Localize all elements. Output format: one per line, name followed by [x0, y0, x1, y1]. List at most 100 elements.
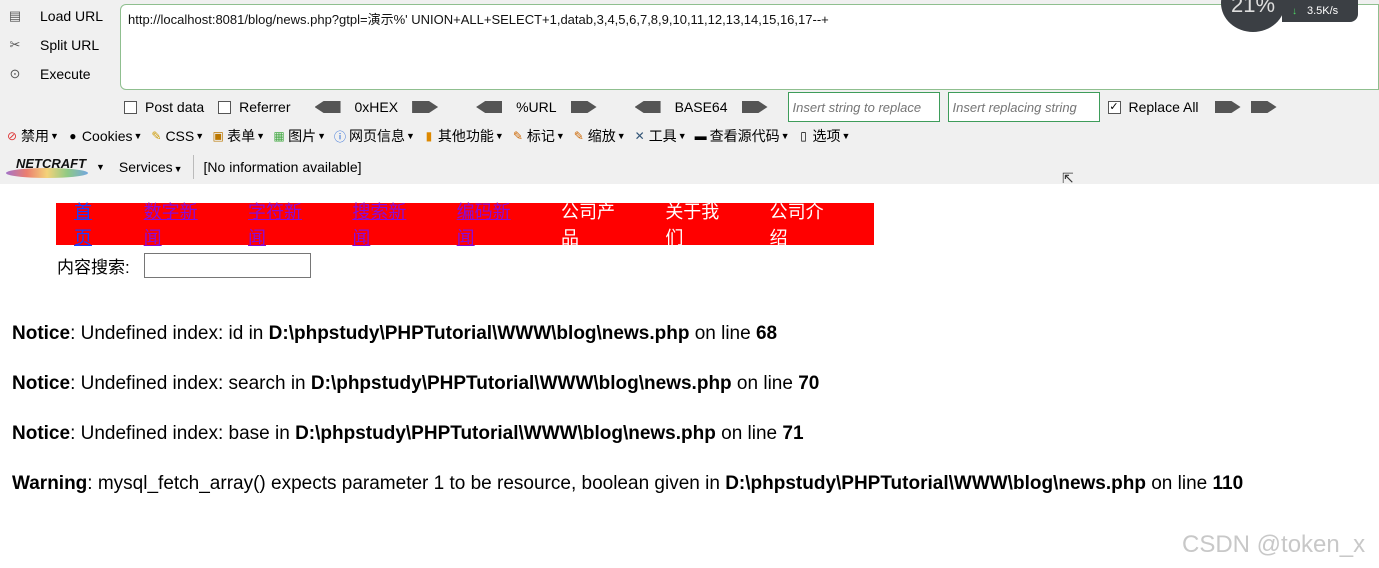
post-data-box — [124, 100, 137, 114]
menu-misc-label: 其他功能 — [437, 128, 494, 144]
mouse-cursor-icon: ⇱ — [1062, 170, 1074, 186]
content-search-input[interactable] — [143, 253, 311, 278]
hex-decode-arrow-icon[interactable] — [314, 101, 341, 113]
split-url-label: Split URL — [40, 37, 100, 53]
chevron-down-icon: ▼ — [50, 131, 59, 141]
notice-kind: Notice — [12, 373, 71, 394]
hackbar-options-row: Post data Referrer 0xHEX %URL BASE64 ✓ R… — [124, 92, 1287, 122]
menu-images[interactable]: ▦ 图片 ▼ — [271, 126, 326, 146]
nav-link-home[interactable]: 首页 — [74, 198, 109, 250]
split-url-icon: ✂ — [9, 37, 21, 52]
memory-percent-label: 21% — [1230, 0, 1276, 17]
menu-tools[interactable]: ✕ 工具 ▼ — [632, 126, 687, 146]
split-url-button[interactable]: ✂ Split URL — [6, 34, 100, 56]
nav-link-string-news[interactable]: 字符新闻 — [248, 198, 317, 250]
options-icon: ▯ — [800, 129, 807, 143]
menu-page-info-label: 网页信息 — [349, 128, 405, 144]
netcraft-services-menu[interactable]: Services▼ — [119, 159, 183, 175]
menu-tools-label: 工具 — [648, 128, 677, 144]
download-arrow-icon: ↓ — [1292, 5, 1297, 17]
menu-page-info[interactable]: ⓘ 网页信息 ▼ — [332, 126, 415, 146]
chevron-down-icon: ▼ — [841, 131, 851, 141]
images-icon: ▦ — [273, 129, 285, 143]
netcraft-logo[interactable]: NETCRAFT — [6, 156, 88, 178]
load-url-button[interactable]: ▤ Load URL — [6, 5, 103, 27]
notice-text: : Undefined index: base in — [70, 423, 296, 444]
url-input[interactable]: http://localhost:8081/blog/news.php?gtpl… — [120, 4, 1379, 90]
network-speed-label: 3.5K/s — [1307, 5, 1339, 17]
url-encode-arrow-icon[interactable] — [570, 101, 597, 113]
menu-disable[interactable]: ⊘ 禁用 ▼ — [4, 126, 59, 146]
menu-view-source[interactable]: ▬ 查看源代码 ▼ — [693, 126, 790, 146]
replacing-string-input[interactable] — [947, 92, 1100, 122]
chevron-down-icon[interactable]: ▼ — [96, 162, 105, 172]
warning-on-line: on line — [1145, 473, 1213, 494]
nav-link-numeric-news[interactable]: 数字新闻 — [144, 198, 213, 250]
notice-path: D:\phpstudy\PHPTutorial\WWW\blog\news.ph… — [310, 373, 732, 394]
hex-label: 0xHEX — [354, 99, 399, 115]
notice-text: : Undefined index: id in — [70, 323, 269, 344]
services-label: Services — [118, 159, 173, 175]
replace-all-check-icon: ✓ — [1107, 100, 1121, 114]
warning-text: : mysql_fetch_array() expects parameter … — [87, 473, 726, 494]
notice-on-line: on line — [731, 373, 799, 394]
content-search-row: 内容搜索: — [57, 253, 311, 278]
css-pen-icon: ✎ — [151, 129, 162, 143]
content-search-label: 内容搜索: — [57, 258, 130, 277]
notice-line-number: 68 — [755, 323, 778, 344]
notice-on-line: on line — [715, 423, 783, 444]
base64-label: BASE64 — [674, 99, 728, 115]
notice-kind: Notice — [12, 323, 71, 344]
load-url-label: Load URL — [40, 8, 104, 24]
url-decode-arrow-icon[interactable] — [476, 101, 503, 113]
load-url-icon: ▤ — [8, 8, 22, 23]
network-speed-tag: ↓ 3.5K/s — [1282, 0, 1358, 22]
nav-link-encoded-news[interactable]: 编码新闻 — [457, 198, 526, 250]
menu-cookies-label: Cookies — [81, 128, 133, 144]
menu-forms[interactable]: ▣ 表单 ▼ — [210, 126, 265, 146]
chevron-down-icon: ▼ — [494, 131, 504, 141]
post-data-checkbox[interactable]: Post data — [124, 99, 204, 115]
menu-resize[interactable]: ✎ 缩放 ▼ — [571, 126, 626, 146]
hex-encode-arrow-icon[interactable] — [412, 101, 439, 113]
replace-arrow-icon[interactable] — [1214, 101, 1241, 113]
menu-view-source-label: 查看源代码 — [709, 128, 780, 144]
menu-options-label: 选项 — [812, 128, 841, 144]
menu-disable-label: 禁用 — [21, 128, 49, 144]
misc-icon: ▮ — [425, 129, 433, 143]
menu-css[interactable]: ✎ CSS ▼ — [148, 128, 204, 144]
menu-forms-label: 表单 — [227, 128, 256, 144]
menu-options[interactable]: ▯ 选项 ▼ — [796, 126, 851, 146]
replace-all-checkbox[interactable]: ✓ Replace All — [1107, 99, 1199, 115]
referrer-checkbox[interactable]: Referrer — [218, 99, 291, 115]
menu-misc[interactable]: ▮ 其他功能 ▼ — [421, 126, 504, 146]
execute-button[interactable]: ⊙ Execute — [6, 63, 91, 85]
notice-line-number: 70 — [798, 373, 820, 394]
warning-path: D:\phpstudy\PHPTutorial\WWW\blog\news.ph… — [725, 473, 1146, 494]
warning-line-number: 110 — [1212, 473, 1244, 494]
execute-label: Execute — [40, 66, 91, 82]
notice-on-line: on line — [689, 323, 756, 344]
menu-images-label: 图片 — [288, 128, 317, 144]
chevron-down-icon: ▼ — [195, 131, 205, 141]
base64-decode-arrow-icon[interactable] — [634, 101, 661, 113]
menu-outline-label: 标记 — [526, 128, 555, 144]
nav-item-products[interactable]: 公司产品 — [561, 198, 630, 250]
php-warning-fetch-array: Warning: mysql_fetch_array() expects par… — [12, 473, 1243, 495]
resize-icon: ✎ — [573, 129, 584, 143]
disable-icon: ⊘ — [6, 129, 18, 143]
nav-link-search-news[interactable]: 搜索新闻 — [352, 198, 421, 250]
menu-cookies[interactable]: ● Cookies ▼ — [65, 128, 142, 144]
chevron-down-icon: ▼ — [677, 131, 687, 141]
chevron-down-icon: ▼ — [173, 164, 183, 174]
nav-item-about[interactable]: 关于我们 — [665, 198, 734, 250]
chevron-down-icon: ▼ — [555, 131, 565, 141]
replace-all-arrow-icon[interactable] — [1250, 101, 1277, 113]
view-source-icon: ▬ — [694, 129, 707, 143]
post-data-label: Post data — [145, 99, 205, 115]
nav-item-intro[interactable]: 公司介绍 — [770, 198, 839, 250]
insert-string-input[interactable] — [787, 92, 940, 122]
base64-encode-arrow-icon[interactable] — [741, 101, 768, 113]
menu-outline[interactable]: ✎ 标记 ▼ — [510, 126, 565, 146]
forms-icon: ▣ — [212, 129, 224, 143]
